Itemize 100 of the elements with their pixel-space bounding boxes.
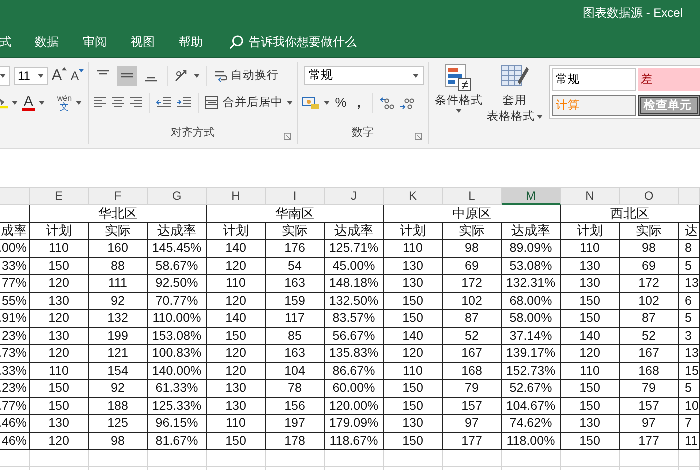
table-cell: 157 [443,398,502,415]
dialog-launcher-icon[interactable] [415,133,422,140]
dialog-launcher-icon[interactable] [284,133,292,140]
table-cell: 120.00% [325,398,384,415]
column-header[interactable]: L [443,188,502,205]
table-cell: 150 [561,398,620,415]
table-cell: 98 [443,240,502,258]
menu-tab[interactable]: 审阅 [83,34,107,50]
tell-me-field[interactable]: 告诉我你想要做什么 [229,34,389,50]
decrease-indent-icon [156,96,172,108]
comma-button[interactable]: , [352,95,366,110]
table-cell: 7 [679,415,700,432]
column-header[interactable]: E [30,188,89,205]
table-cell: 150 [561,310,620,328]
table-cell: 160 [89,240,148,258]
table-cell: 121 [89,345,148,362]
table-cell: 150 [561,432,620,450]
table-cell: 102 [443,292,502,310]
table-cell: 172 [620,275,679,292]
column-header[interactable]: N [561,188,620,205]
column-subheader: 实际 [443,223,502,240]
align-bottom-icon [144,76,158,82]
table-cell: 60.00% [325,380,384,398]
caret-icon [38,74,44,78]
table-cell: 104.67% [502,398,561,415]
table-cell: 98 [620,240,679,258]
cell-style-item[interactable]: 差 [638,68,700,91]
format-as-table-button[interactable]: 套用 表格格式 [489,62,542,124]
table-cell: 89.09% [502,240,561,258]
column-header[interactable]: J [325,188,384,205]
column-subheader: 计划 [384,223,443,240]
column-header[interactable]: F [89,188,148,205]
grow-font-button[interactable]: A [52,67,68,84]
table-cell: 150 [30,398,89,415]
table-cell: 55% [0,292,30,310]
table-cell: 188 [89,398,148,415]
table-cell: 130 [207,398,266,415]
table-cell: 150 [207,328,266,345]
conditional-format-button[interactable]: 条件格式 [433,62,486,113]
table-cell: 58.67% [148,258,207,275]
phonetic-button[interactable]: wén 文 [57,94,72,112]
font-size-dropdown[interactable]: 11 [14,66,48,84]
cell-style-item[interactable]: 常规 [552,68,636,91]
table-cell: 120 [30,310,89,328]
table-cell: 156 [266,398,325,415]
caret-icon [287,100,294,104]
table-cell: 13 [679,345,700,362]
menu-tab[interactable]: 帮助 [179,34,203,50]
table-cell: 110.00% [148,310,207,328]
table-cell: 85 [266,328,325,345]
table-cell: 37.14% [502,328,561,345]
table-cell [0,450,30,467]
table-cell: 135.83% [325,345,384,362]
column-header[interactable]: M [502,188,561,205]
table-cell: 153.08% [148,328,207,345]
shrink-font-button[interactable]: A [71,68,84,82]
table-cell: 132 [89,310,148,328]
table-cell: .00% [0,240,30,258]
table-cell: 110 [384,362,443,380]
number-format-dropdown[interactable]: 常规 [304,66,424,85]
table-cell: 13 [679,275,700,292]
column-header[interactable]: G [148,188,207,205]
region-header: 西北区 [561,205,700,223]
column-header[interactable]: H [207,188,266,205]
table-cell: 130 [30,328,89,345]
merge-center-button[interactable]: 合并后居中 [205,95,284,110]
table-cell: 120 [207,258,266,275]
table-cell: 150 [561,292,620,310]
table-cell: 125.33% [148,398,207,415]
table-cell: 45.00% [325,258,384,275]
table-cell: 92 [89,380,148,398]
wrap-text-button[interactable]: 自动换行 [213,68,280,83]
font-color-button[interactable]: A [22,94,36,111]
font-name-dropdown[interactable] [0,66,10,86]
table-cell: 140.00% [148,362,207,380]
table-cell: .77% [0,398,30,415]
menu-tab[interactable]: 视图 [131,34,155,50]
table-cell: 125 [89,415,148,432]
table-cell: 179.09% [325,415,384,432]
table-cell: 88 [89,258,148,275]
percent-button[interactable]: % [334,95,348,110]
caret-icon [456,109,462,113]
table-cell: 110 [207,415,266,432]
table-cell: 148.18% [325,275,384,292]
table-cell: 120 [30,432,89,450]
column-header[interactable]: I [266,188,325,205]
column-header[interactable]: K [384,188,443,205]
vertical-align-button[interactable] [117,66,138,86]
table-cell: 6 [679,292,700,310]
table-cell: 163 [266,275,325,292]
table-cell: 157 [620,398,679,415]
menu-tab[interactable]: 式 [0,34,12,50]
table-cell: 130 [30,292,89,310]
up-arrow-icon [62,67,68,71]
table-cell [443,450,502,467]
table-cell: 150 [384,432,443,450]
table-cell: 104 [266,362,325,380]
column-header[interactable]: O [620,188,679,205]
menu-tab[interactable]: 数据 [35,34,59,50]
horizontal-align-icon [129,96,144,108]
